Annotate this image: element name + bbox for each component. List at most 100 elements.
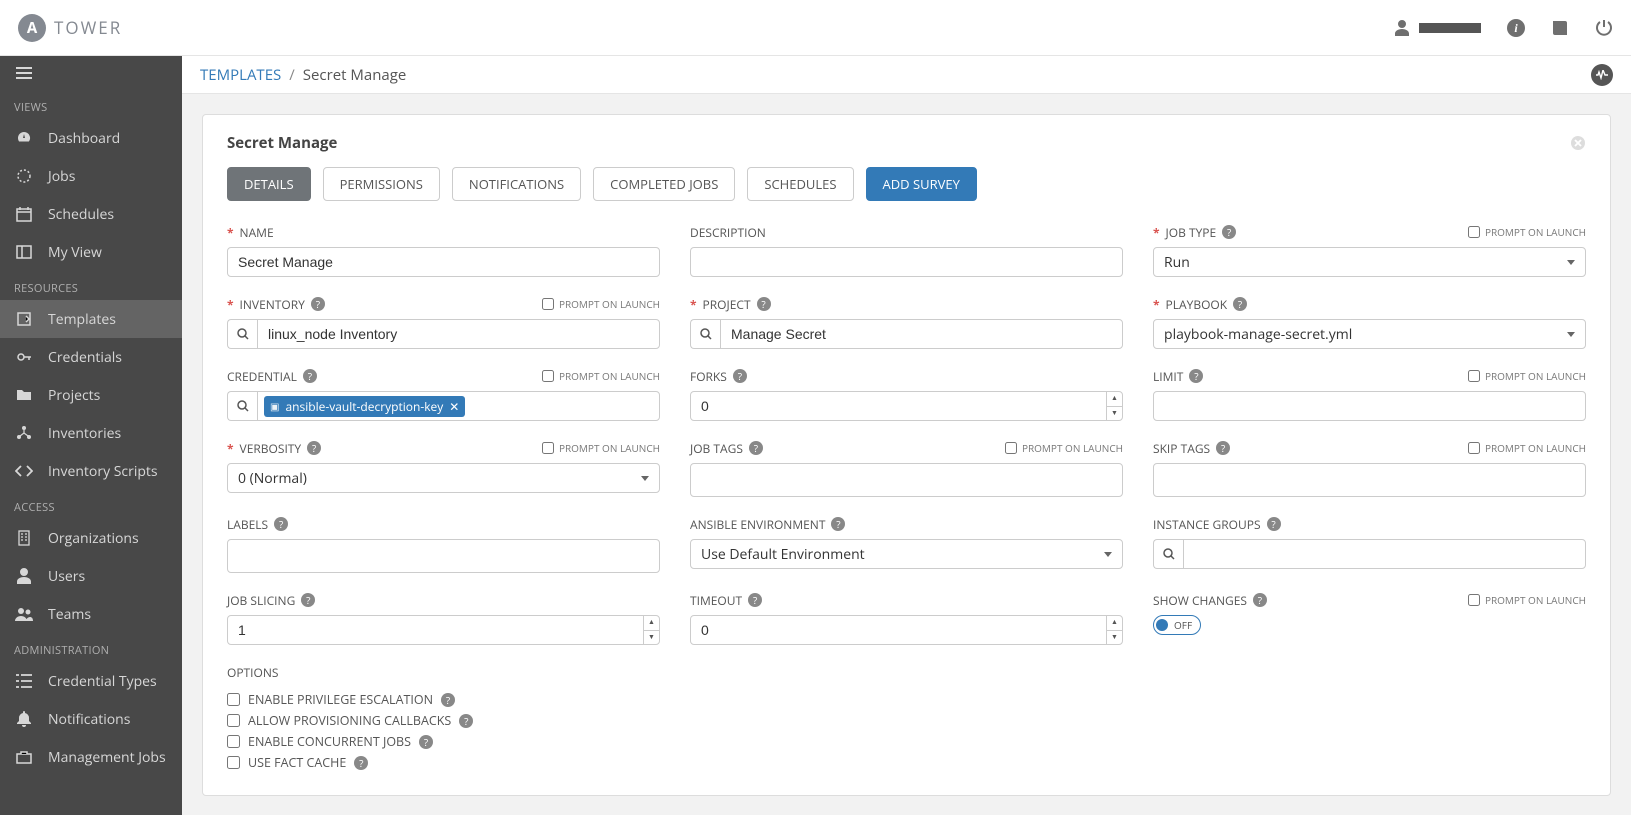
current-user[interactable] [1395, 20, 1481, 36]
credential-prompt-checkbox[interactable] [542, 370, 554, 382]
sidebar-item-inventory-scripts[interactable]: Inventory Scripts [0, 452, 182, 490]
help-icon[interactable]: ? [459, 714, 473, 728]
option-concurrent-jobs[interactable]: ENABLE CONCURRENT JOBS? [227, 733, 1586, 750]
help-icon[interactable]: ? [354, 756, 368, 770]
spinner-up-icon[interactable]: ▲ [643, 616, 659, 631]
job-tags-input[interactable] [690, 463, 1123, 497]
verbosity-prompt-checkbox[interactable] [542, 442, 554, 454]
tab-notifications[interactable]: NOTIFICATIONS [452, 167, 581, 201]
spinner-up-icon[interactable]: ▲ [1106, 392, 1122, 407]
inventory-prompt-checkbox[interactable] [542, 298, 554, 310]
name-input[interactable] [227, 247, 660, 277]
labels-input[interactable] [227, 539, 660, 573]
limit-input[interactable] [1153, 391, 1586, 421]
sidebar-item-credentials[interactable]: Credentials [0, 338, 182, 376]
sidebar-item-users[interactable]: Users [0, 557, 182, 595]
sidebar-item-credential-types[interactable]: Credential Types [0, 662, 182, 700]
sidebar-item-projects[interactable]: Projects [0, 376, 182, 414]
sidebar-item-dashboard[interactable]: Dashboard [0, 119, 182, 157]
spinner-down-icon[interactable]: ▼ [643, 631, 659, 645]
sidebar-item-teams[interactable]: Teams [0, 595, 182, 633]
inventory-lookup-button[interactable] [227, 319, 257, 349]
sidebar-item-jobs[interactable]: Jobs [0, 157, 182, 195]
inventory-input[interactable] [257, 319, 660, 349]
project-lookup-button[interactable] [690, 319, 720, 349]
instance-groups-lookup-button[interactable] [1153, 539, 1183, 569]
job-tags-prompt-checkbox[interactable] [1005, 442, 1017, 454]
priv-esc-checkbox[interactable] [227, 693, 240, 706]
help-icon[interactable]: ? [1253, 593, 1267, 607]
help-icon[interactable]: ? [749, 441, 763, 455]
help-icon[interactable]: ? [311, 297, 325, 311]
spinner-up-icon[interactable]: ▲ [1106, 616, 1122, 631]
tab-details[interactable]: DETAILS [227, 167, 311, 201]
spinner-down-icon[interactable]: ▼ [1106, 631, 1122, 645]
help-icon[interactable]: ? [1222, 225, 1236, 239]
sidebar-item-organizations[interactable]: Organizations [0, 519, 182, 557]
skip-tags-input[interactable] [1153, 463, 1586, 497]
job-type-prompt-checkbox[interactable] [1468, 226, 1480, 238]
playbook-select[interactable]: playbook-manage-secret.yml [1153, 319, 1586, 349]
tab-schedules[interactable]: SCHEDULES [747, 167, 853, 201]
sidebar-item-myview[interactable]: My View [0, 233, 182, 271]
option-fact-cache[interactable]: USE FACT CACHE? [227, 754, 1586, 771]
help-icon[interactable]: ? [1189, 369, 1203, 383]
fact-cache-checkbox[interactable] [227, 756, 240, 769]
chevron-down-icon [1567, 332, 1575, 337]
power-icon[interactable] [1595, 19, 1613, 37]
help-icon[interactable]: ? [307, 441, 321, 455]
credential-pill[interactable]: ▣ ansible-vault-decryption-key ✕ [264, 396, 465, 417]
close-icon[interactable] [1570, 135, 1586, 151]
timeout-input[interactable] [690, 615, 1123, 645]
limit-prompt-checkbox[interactable] [1468, 370, 1480, 382]
option-priv-esc[interactable]: ENABLE PRIVILEGE ESCALATION? [227, 691, 1586, 708]
description-input[interactable] [690, 247, 1123, 277]
credential-lookup-button[interactable] [227, 391, 257, 421]
job-type-select[interactable]: Run [1153, 247, 1586, 277]
help-icon[interactable]: ? [274, 517, 288, 531]
remove-credential-icon[interactable]: ✕ [449, 398, 459, 415]
tab-add-survey[interactable]: ADD SURVEY [866, 167, 977, 201]
skip-tags-prompt-checkbox[interactable] [1468, 442, 1480, 454]
credential-input[interactable]: ▣ ansible-vault-decryption-key ✕ [257, 391, 660, 421]
spinner-down-icon[interactable]: ▼ [1106, 407, 1122, 421]
breadcrumb-root[interactable]: TEMPLATES [200, 65, 281, 85]
sidebar-item-inventories[interactable]: Inventories [0, 414, 182, 452]
help-icon[interactable]: ? [1267, 517, 1281, 531]
template-panel: Secret Manage DETAILS PERMISSIONS NOTIFI… [202, 114, 1611, 796]
prov-cb-checkbox[interactable] [227, 714, 240, 727]
show-changes-prompt-checkbox[interactable] [1468, 594, 1480, 606]
instance-groups-input[interactable] [1183, 539, 1586, 569]
info-icon[interactable]: i [1507, 19, 1525, 37]
tab-permissions[interactable]: PERMISSIONS [323, 167, 440, 201]
sidebar-item-notifications[interactable]: Notifications [0, 700, 182, 738]
sidebar-item-management-jobs[interactable]: Management Jobs [0, 738, 182, 776]
activity-stream-icon[interactable] [1591, 64, 1613, 86]
concurrent-checkbox[interactable] [227, 735, 240, 748]
help-icon[interactable]: ? [303, 369, 317, 383]
option-provisioning-callbacks[interactable]: ALLOW PROVISIONING CALLBACKS? [227, 712, 1586, 729]
help-icon[interactable]: ? [748, 593, 762, 607]
help-icon[interactable]: ? [1216, 441, 1230, 455]
tab-completed-jobs[interactable]: COMPLETED JOBS [593, 167, 735, 201]
ansible-env-select[interactable]: Use Default Environment [690, 539, 1123, 569]
help-icon[interactable]: ? [757, 297, 771, 311]
project-input[interactable] [720, 319, 1123, 349]
help-icon[interactable]: ? [301, 593, 315, 607]
help-icon[interactable]: ? [419, 735, 433, 749]
sidebar-item-schedules[interactable]: Schedules [0, 195, 182, 233]
job-slicing-input[interactable] [227, 615, 660, 645]
help-icon[interactable]: ? [1233, 297, 1247, 311]
forks-input[interactable] [690, 391, 1123, 421]
job-slicing-spinner[interactable]: ▲▼ [643, 616, 659, 644]
sidebar-toggle[interactable] [0, 56, 182, 90]
help-icon[interactable]: ? [831, 517, 845, 531]
timeout-spinner[interactable]: ▲▼ [1106, 616, 1122, 644]
help-icon[interactable]: ? [441, 693, 455, 707]
docs-icon[interactable] [1551, 19, 1569, 37]
help-icon[interactable]: ? [733, 369, 747, 383]
sidebar-item-templates[interactable]: Templates [0, 300, 182, 338]
forks-spinner[interactable]: ▲▼ [1106, 392, 1122, 420]
show-changes-toggle[interactable]: OFF [1153, 615, 1201, 635]
verbosity-select[interactable]: 0 (Normal) [227, 463, 660, 493]
